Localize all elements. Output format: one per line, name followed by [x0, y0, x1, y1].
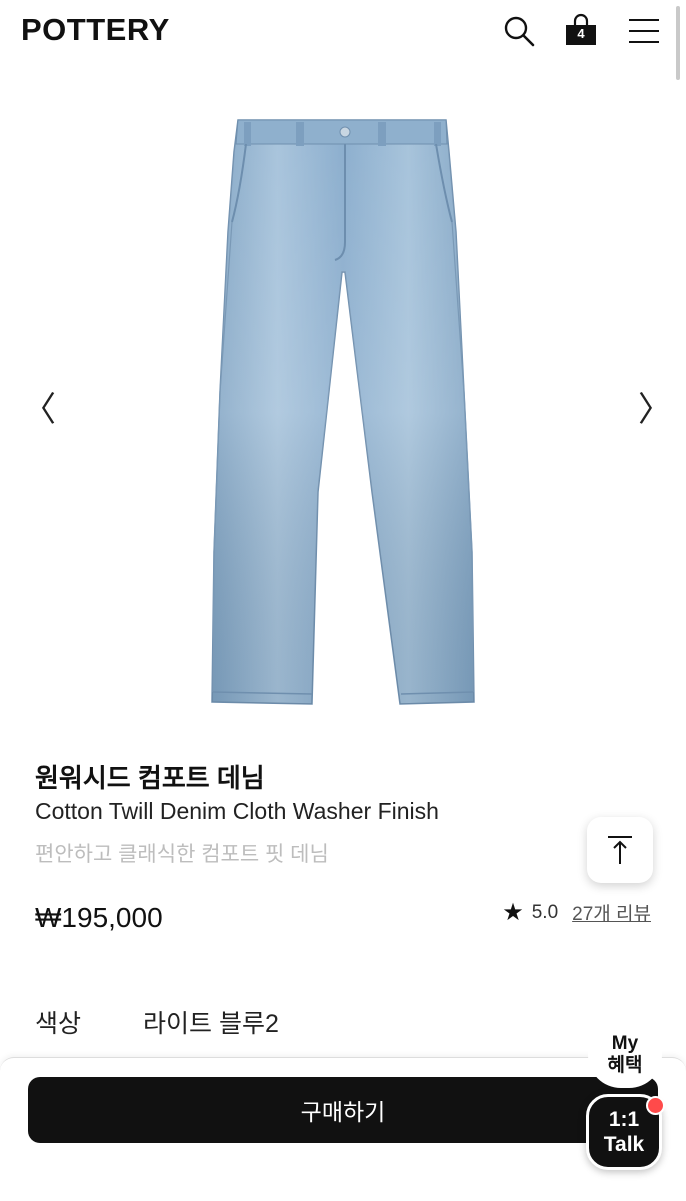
buy-button[interactable]: 구매하기 [28, 1077, 658, 1143]
rating-score: 5.0 [531, 901, 559, 923]
product-title-english: Cotton Twill Denim Cloth Washer Finish [35, 798, 439, 824]
next-image-arrow[interactable]: 〉 [638, 393, 672, 427]
talk-line1: 1:1 [608, 1107, 640, 1131]
cart-count-badge: 4 [577, 26, 585, 41]
product-subtitle: 편안하고 클래식한 컴포트 핏 데님 [35, 843, 329, 866]
arrow-up-to-top-icon [608, 836, 632, 864]
my-benefit-button[interactable]: My 혜택 [588, 1022, 662, 1088]
prev-image-arrow[interactable]: 〈 [22, 393, 56, 427]
color-option-value[interactable]: 라이트 블루2 [143, 1004, 279, 1040]
talk-line2: Talk [603, 1133, 645, 1156]
product-image-gallery[interactable] [0, 92, 686, 732]
product-price: ₩195,000 [35, 902, 163, 933]
my-benefit-line2: 혜택 [607, 1055, 643, 1076]
product-title-korean: 원워시드 컴포트 데님 [35, 763, 265, 793]
rating-summary: ★ 5.0 27개 리뷰 [502, 898, 651, 927]
purchase-bar: 구매하기 [0, 1057, 686, 1201]
my-benefit-line1: My [611, 1033, 639, 1055]
brand-logo[interactable]: POTTERY [21, 12, 170, 48]
scroll-to-top-button[interactable] [587, 817, 653, 883]
shopping-bag-icon[interactable]: 4 [564, 13, 598, 47]
scrollbar[interactable] [676, 6, 680, 80]
search-icon[interactable] [502, 14, 536, 48]
color-option-label: 색상 [35, 1010, 82, 1038]
product-image [211, 119, 475, 705]
menu-icon[interactable] [628, 18, 660, 44]
notification-dot [646, 1096, 665, 1115]
reviews-link[interactable]: 27개 리뷰 [572, 899, 651, 926]
header: POTTERY 4 [0, 0, 686, 62]
star-icon: ★ [502, 899, 524, 926]
